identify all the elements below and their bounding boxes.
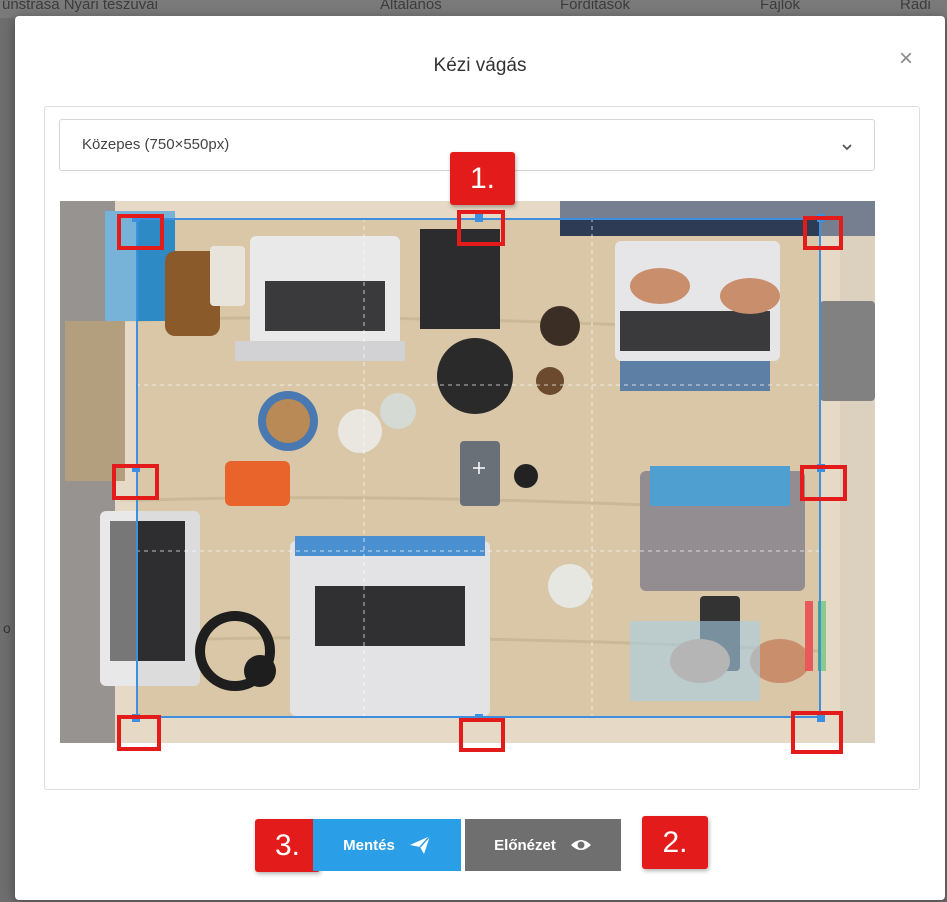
crop-image-area[interactable] xyxy=(60,201,875,743)
annotation-highlight-top-left xyxy=(117,214,164,250)
chevron-down-icon xyxy=(842,144,852,151)
annotation-highlight-bottom-right xyxy=(791,711,843,754)
background-tab-radi: Radi xyxy=(900,0,931,13)
paper-plane-icon xyxy=(409,835,431,854)
preview-button-label: Előnézet xyxy=(494,836,556,854)
preview-button[interactable]: Előnézet xyxy=(465,819,621,871)
annotation-label-two: 2. xyxy=(642,816,708,869)
background-tab-translations: Forditasok xyxy=(560,0,631,13)
annotation-highlight-right xyxy=(800,465,847,501)
crop-selection-box[interactable] xyxy=(136,218,821,718)
annotation-highlight-top-right xyxy=(803,216,843,250)
size-select-value: Közepes (750×550px) xyxy=(82,136,230,153)
background-tab-general: Altalanos xyxy=(380,0,442,13)
background-title: ünstrasa Nyari teszuvai xyxy=(2,0,158,13)
annotation-label-three: 3. xyxy=(255,819,320,872)
annotation-highlight-bottom-left xyxy=(117,715,161,751)
eye-icon xyxy=(570,840,591,850)
annotation-label-one: 1. xyxy=(450,152,515,205)
background-left-text: o xyxy=(3,620,11,636)
modal-title: Kézi vágás xyxy=(433,55,527,76)
background-tab-files: Fajlok xyxy=(760,0,801,13)
close-icon[interactable]: × xyxy=(895,47,917,71)
annotation-highlight-top xyxy=(457,210,505,246)
save-button[interactable]: Mentés xyxy=(313,819,461,871)
annotation-highlight-left xyxy=(112,464,159,500)
save-button-label: Mentés xyxy=(343,836,395,854)
annotation-highlight-bottom xyxy=(459,718,505,752)
